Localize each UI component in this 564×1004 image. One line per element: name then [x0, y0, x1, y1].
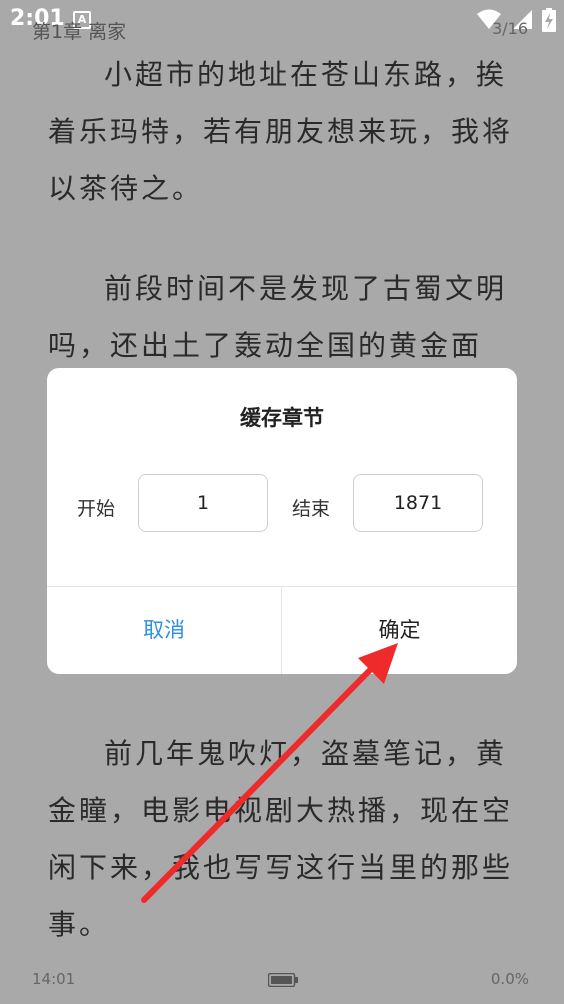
footer-time: 14:01	[32, 970, 76, 988]
reading-progress: 0.0%	[490, 970, 529, 988]
paragraph-3: 前几年鬼吹灯，盗墓笔记，黄金瞳，电影电视剧大热播，现在空闲下来，我也写写这行当里…	[48, 725, 520, 953]
start-chapter-input[interactable]	[138, 474, 268, 532]
paragraph-2: 前段时间不是发现了古蜀文明吗，还出土了轰动全国的黄金面	[48, 260, 520, 374]
cancel-button[interactable]: 取消	[47, 587, 281, 674]
start-label: 开始	[77, 498, 116, 520]
chapter-title: 第1章 离家	[32, 21, 127, 43]
end-label: 结束	[292, 498, 331, 520]
end-chapter-input[interactable]	[353, 474, 483, 532]
page-counter: 3/16	[492, 19, 528, 38]
paragraph-text: 前几年鬼吹灯，盗墓笔记，黄金瞳，电影电视剧大热播，现在空闲下来，我也写写这行当里…	[48, 737, 514, 941]
paragraph-text: 前段时间不是发现了古蜀文明吗，还出土了轰动全国的黄金面	[48, 272, 508, 362]
confirm-button[interactable]: 确定	[282, 587, 517, 674]
dialog-title: 缓存章节	[240, 406, 324, 430]
battery-charging-icon	[542, 8, 556, 32]
paragraph-text: 小超市的地址在苍山东路，挨着乐玛特，若有朋友想来玩，我将以茶待之。	[48, 58, 514, 205]
paragraph-1: 小超市的地址在苍山东路，挨着乐玛特，若有朋友想来玩，我将以茶待之。	[48, 46, 520, 217]
cache-chapters-dialog: 缓存章节 开始 结束 取消 确定	[47, 368, 517, 674]
battery-icon	[267, 972, 298, 991]
